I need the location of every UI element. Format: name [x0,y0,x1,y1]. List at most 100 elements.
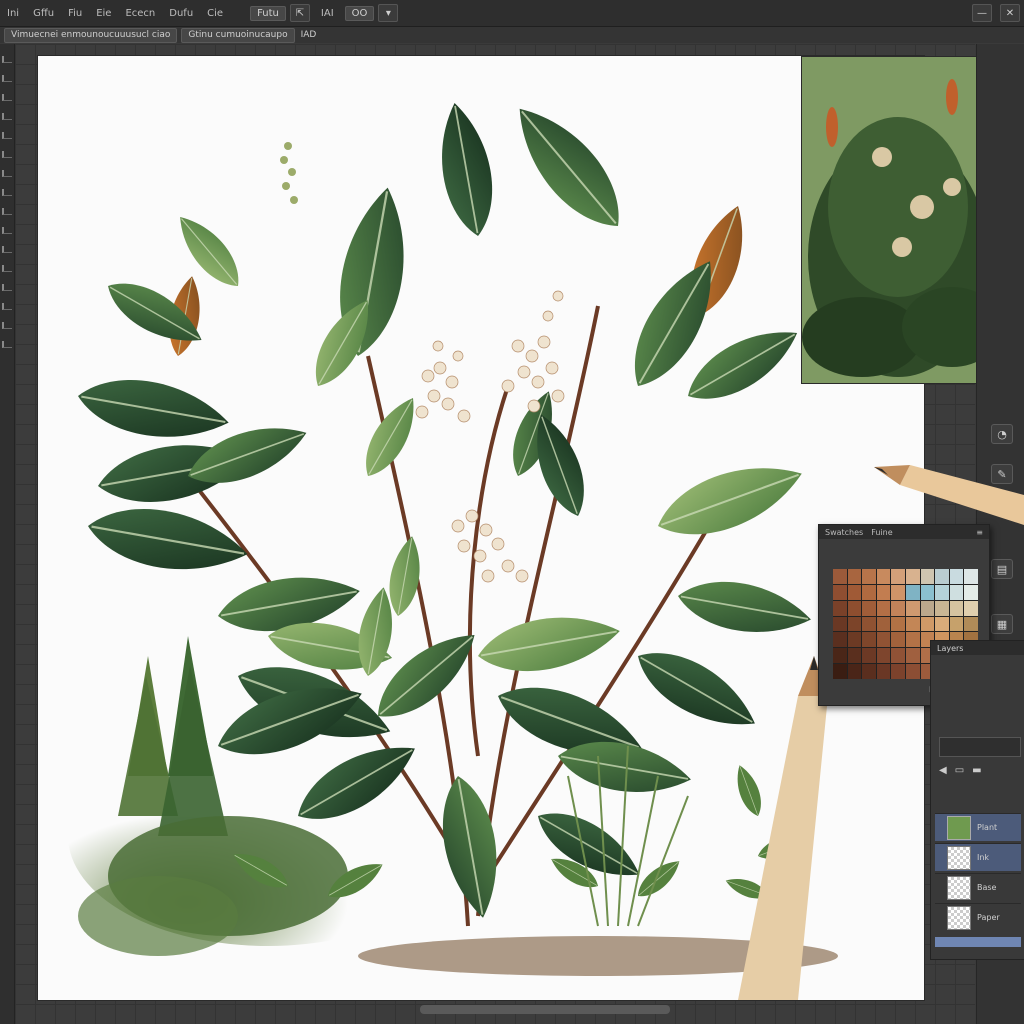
swatch-cell[interactable] [833,648,847,664]
swatch-cell[interactable] [935,600,949,616]
history-panel-icon[interactable]: ◔ [991,424,1013,444]
dropdown-arrow-icon[interactable]: ▾ [378,4,399,22]
swatch-cell[interactable] [920,584,935,600]
swatch-cell[interactable] [833,632,847,648]
swatch-cell[interactable] [891,616,905,632]
swatch-cell[interactable] [906,616,920,632]
layer-row[interactable]: Ink [935,843,1021,871]
tool-box-field[interactable]: OO [344,5,375,21]
tab-document-1[interactable]: Vimuecnei enmounoucuuusucl ciao [4,27,178,43]
swatch-cell[interactable] [964,569,978,584]
gradient-tool-icon[interactable] [2,189,12,196]
swatch-cell[interactable] [935,584,949,600]
swatch-cell[interactable] [862,600,876,616]
swatch-cell[interactable] [847,600,862,616]
layer-row[interactable]: Paper [935,903,1021,931]
swatch-cell[interactable] [862,632,876,648]
swatch-cell[interactable] [949,600,964,616]
tool-mode-field[interactable]: Futu [250,5,286,21]
swatch-cell[interactable] [876,569,891,584]
lasso-tool-icon[interactable] [2,75,12,82]
link-layer-icon[interactable]: ◀ [939,765,947,781]
swatch-cell[interactable] [862,584,876,600]
swatch-cell[interactable] [876,632,891,648]
eyedropper-tool-icon[interactable] [2,113,12,120]
marquee-tool-icon[interactable] [2,56,12,63]
swatch-cell[interactable] [891,632,905,648]
menu-item-edit[interactable]: Gffu [26,8,61,19]
menu-item-file[interactable]: Ini [0,8,26,19]
move-tool-icon[interactable]: ⇱ [289,4,310,22]
swatch-cell[interactable] [891,569,905,584]
swatch-cell[interactable] [906,664,920,679]
layers-panel-header[interactable]: Layers [931,641,1024,655]
swatch-cell[interactable] [906,632,920,648]
panel-menu-icon[interactable]: ≡ [976,528,983,537]
swatch-cell[interactable] [964,616,978,632]
swatch-cell[interactable] [891,584,905,600]
swatch-cell[interactable] [920,569,935,584]
swatch-cell[interactable] [876,616,891,632]
swatch-cell[interactable] [833,616,847,632]
swatch-cell[interactable] [833,569,847,584]
swatch-cell[interactable] [876,600,891,616]
swatch-cell[interactable] [862,616,876,632]
text-tool-icon[interactable] [2,265,12,272]
swatch-cell[interactable] [847,584,862,600]
swatch-cell[interactable] [935,616,949,632]
swatch-cell[interactable] [949,569,964,584]
swatch-cell[interactable] [833,584,847,600]
zoom-tool-icon[interactable] [2,341,12,348]
swatch-cell[interactable] [876,648,891,664]
crop-tool-icon[interactable] [2,94,12,101]
swatch-cell[interactable] [920,616,935,632]
swatch-cell[interactable] [964,584,978,600]
lock-layer-icon[interactable]: ▭ [955,765,964,781]
hand-tool-icon[interactable] [2,322,12,329]
layers-selection-bar[interactable] [935,937,1021,947]
pen-tool-icon[interactable] [2,246,12,253]
layer-tools-row[interactable]: ◀ ▭ ▬ [939,765,1019,781]
swatch-cell[interactable] [949,616,964,632]
tab-document-2[interactable]: Gtinu cumuoinucaupo [181,27,295,43]
swatch-cell[interactable] [862,664,876,679]
fill-layer-icon[interactable]: ▬ [972,765,981,781]
blur-tool-icon[interactable] [2,208,12,215]
menu-item-view[interactable]: Cie [200,8,230,19]
swatch-cell[interactable] [891,600,905,616]
swatch-cell[interactable] [906,569,920,584]
swatch-cell[interactable] [906,648,920,664]
minimize-icon[interactable]: — [972,4,992,22]
swatch-cell[interactable] [876,584,891,600]
swatch-cell[interactable] [847,616,862,632]
dodge-tool-icon[interactable] [2,227,12,234]
swatch-cell[interactable] [847,648,862,664]
swatch-cell[interactable] [833,664,847,679]
menu-item-image[interactable]: Fiu [61,8,89,19]
swatch-cell[interactable] [935,569,949,584]
swatch-cell[interactable] [847,664,862,679]
drawing-canvas[interactable] [38,56,924,1000]
clone-panel-icon[interactable]: ▤ [991,559,1013,579]
tool-ai-label[interactable]: IAI [314,8,341,19]
swatch-cell[interactable] [906,584,920,600]
swatch-cell[interactable] [949,584,964,600]
swatch-cell[interactable] [906,600,920,616]
reference-photo[interactable] [801,56,996,384]
swatch-cell[interactable] [891,664,905,679]
menu-item-layer[interactable]: Eie [89,8,118,19]
layer-row[interactable]: Base [935,873,1021,901]
swatch-cell[interactable] [876,664,891,679]
swatch-cell[interactable] [862,569,876,584]
swatch-cell[interactable] [833,600,847,616]
layers-panel-icon[interactable]: ▦ [991,614,1013,634]
swatch-cell[interactable] [862,648,876,664]
layer-filter-row[interactable] [939,737,1021,757]
menu-item-filter[interactable]: Dufu [162,8,200,19]
swatch-cell[interactable] [920,600,935,616]
close-icon[interactable]: ✕ [1000,4,1020,22]
swatch-cell[interactable] [847,632,862,648]
menu-item-select[interactable]: Ececn [118,8,162,19]
layer-row[interactable]: Plant [935,813,1021,841]
swatches-panel-header[interactable]: Swatches Fuine ≡ [819,525,989,539]
